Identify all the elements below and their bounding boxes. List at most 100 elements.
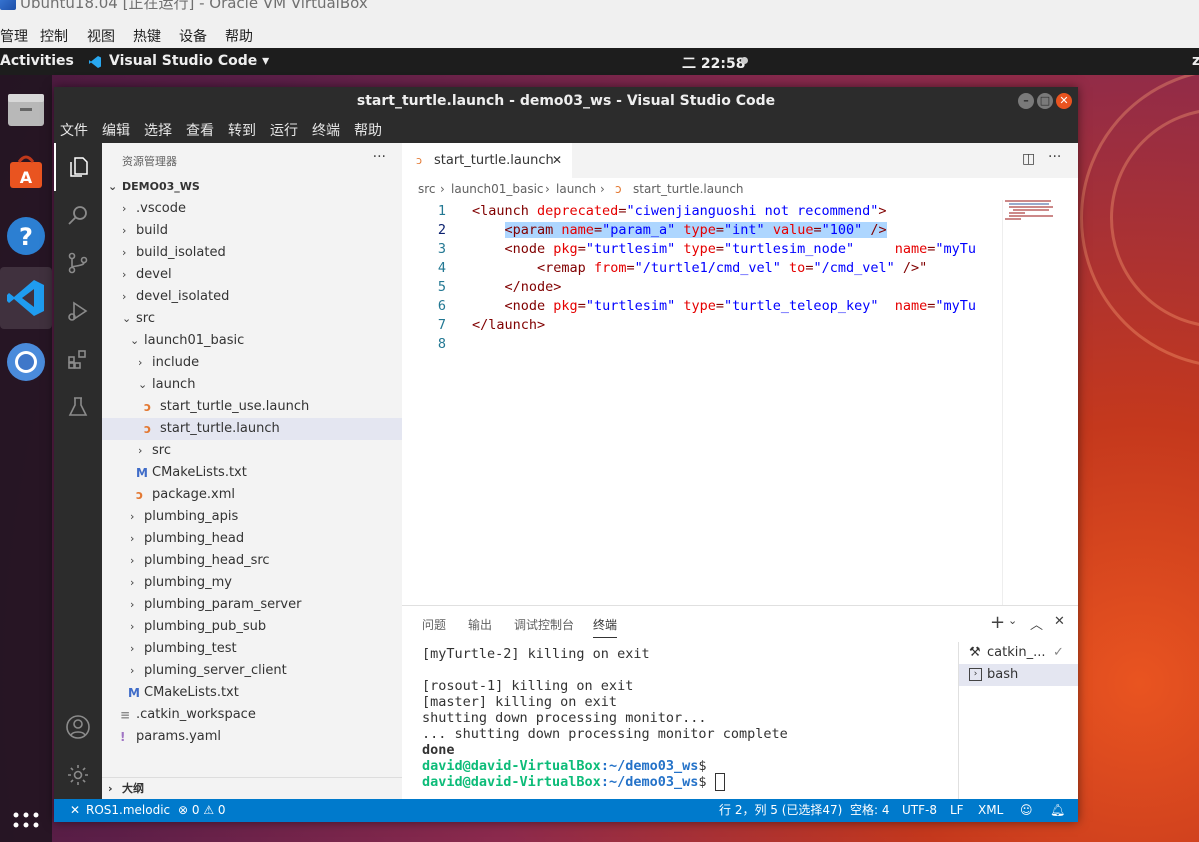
- tree-item-label: CMakeLists.txt: [144, 685, 239, 700]
- tree-folder[interactable]: › plumbing_my: [102, 572, 402, 594]
- tree-folder[interactable]: › plumbing_head_src: [102, 550, 402, 572]
- tree-folder[interactable]: ⌄ launch: [102, 374, 402, 396]
- vbox-menu-manage[interactable]: 管理: [0, 26, 28, 46]
- bell-icon[interactable]: 🔔︎: [1050, 799, 1065, 822]
- tree-folder[interactable]: › plumbing_test: [102, 638, 402, 660]
- tree-file[interactable]: ≡ .catkin_workspace: [102, 704, 402, 726]
- app-menu-button[interactable]: Visual Studio Code ▾: [109, 53, 269, 69]
- activities-button[interactable]: Activities: [0, 53, 74, 69]
- indentation-status[interactable]: 空格: 4: [850, 799, 890, 822]
- vbox-menu-control[interactable]: 控制: [40, 26, 68, 46]
- extensions-icon[interactable]: [54, 335, 102, 383]
- breadcrumb-item[interactable]: launch: [556, 178, 596, 200]
- tab-terminal[interactable]: 终端: [593, 616, 618, 638]
- terminal-item-bash[interactable]: › bash: [959, 664, 1078, 686]
- breadcrumb-item[interactable]: start_turtle.launch: [633, 178, 744, 200]
- tree-folder[interactable]: › devel_isolated: [102, 286, 402, 308]
- maximize-icon[interactable]: □: [1037, 93, 1053, 109]
- maximize-panel-icon[interactable]: ︿: [1030, 614, 1043, 633]
- close-icon[interactable]: ✕: [1056, 93, 1072, 109]
- vscode-menubar: 文件 编辑 选择 查看 转到 运行 终端 帮助: [54, 116, 1078, 143]
- menu-help[interactable]: 帮助: [354, 120, 382, 140]
- menu-file[interactable]: 文件: [60, 120, 88, 140]
- breadcrumb-item[interactable]: src: [418, 178, 436, 200]
- split-editor-icon[interactable]: ◫: [1022, 151, 1035, 167]
- testing-icon[interactable]: [54, 383, 102, 431]
- menu-selection[interactable]: 选择: [144, 120, 172, 140]
- topbar-right-text[interactable]: z: [1192, 53, 1199, 69]
- menu-terminal[interactable]: 终端: [312, 120, 340, 140]
- menu-edit[interactable]: 编辑: [102, 120, 130, 140]
- vbox-menu-devices[interactable]: 设备: [179, 26, 207, 46]
- outline-section[interactable]: › 大纲: [102, 777, 402, 799]
- tab-start-turtle-launch[interactable]: ↄ start_turtle.launch ✕: [402, 143, 572, 178]
- vscode-window: start_turtle.launch - demo03_ws - Visual…: [54, 87, 1078, 822]
- account-icon[interactable]: [54, 703, 102, 751]
- tree-file[interactable]: M CMakeLists.txt: [102, 462, 402, 484]
- tree-folder[interactable]: ⌄ launch01_basic: [102, 330, 402, 352]
- encoding-status[interactable]: UTF-8: [902, 799, 937, 822]
- vbox-menu-hotkey[interactable]: 热键: [133, 26, 161, 46]
- source-control-icon[interactable]: [54, 239, 102, 287]
- tab-close-icon[interactable]: ✕: [552, 143, 562, 178]
- close-panel-icon[interactable]: ✕: [1054, 614, 1065, 629]
- tree-file[interactable]: ↄ start_turtle_use.launch: [102, 396, 402, 418]
- tree-folder[interactable]: › .vscode: [102, 198, 402, 220]
- tree-folder[interactable]: › build: [102, 220, 402, 242]
- search-icon[interactable]: [54, 191, 102, 239]
- vbox-menu-help[interactable]: 帮助: [225, 26, 253, 46]
- new-terminal-icon[interactable]: +: [990, 612, 1005, 633]
- vscode-icon[interactable]: [0, 267, 52, 329]
- tree-folder[interactable]: › plumbing_apis: [102, 506, 402, 528]
- terminal-item-catkin[interactable]: ⚒ catkin_... ✓: [959, 642, 1078, 664]
- menu-run[interactable]: 运行: [270, 120, 298, 140]
- chromium-icon[interactable]: [0, 331, 52, 393]
- minimap[interactable]: [1002, 200, 1066, 605]
- tree-folder[interactable]: ⌄ src: [102, 308, 402, 330]
- chevron-down-icon[interactable]: ⌄: [1008, 614, 1017, 627]
- apps-grid-icon[interactable]: [0, 795, 52, 835]
- tab-problems[interactable]: 问题: [422, 616, 446, 633]
- tree-file[interactable]: ↄ package.xml: [102, 484, 402, 506]
- tree-folder[interactable]: › plumbing_head: [102, 528, 402, 550]
- tree-file[interactable]: ↄ start_turtle.launch: [102, 418, 402, 440]
- breadcrumb-item[interactable]: launch01_basic: [451, 178, 544, 200]
- software-center-icon[interactable]: A: [0, 141, 52, 203]
- help-icon[interactable]: ?: [0, 205, 52, 267]
- feedback-icon[interactable]: ☺: [1020, 799, 1033, 822]
- cursor-position[interactable]: 行 2，列 5 (已选择47): [719, 799, 842, 822]
- settings-gear-icon[interactable]: [54, 751, 102, 799]
- tree-folder[interactable]: › plumbing_pub_sub: [102, 616, 402, 638]
- tree-item-label: plumbing_apis: [144, 509, 239, 524]
- tree-file[interactable]: ! params.yaml: [102, 726, 402, 748]
- explorer-more-button[interactable]: ···: [373, 149, 386, 165]
- tree-file[interactable]: M CMakeLists.txt: [102, 682, 402, 704]
- tab-output[interactable]: 输出: [468, 616, 492, 633]
- code-text: <param name="param_a" type="int" value="…: [504, 222, 887, 238]
- explorer-icon[interactable]: [54, 143, 102, 191]
- tab-debug-console[interactable]: 调试控制台: [514, 616, 574, 633]
- activity-bar: [54, 143, 102, 799]
- tree-item-label: build_isolated: [136, 245, 226, 260]
- more-actions-icon[interactable]: ···: [1048, 149, 1061, 165]
- menu-go[interactable]: 转到: [228, 120, 256, 140]
- tree-folder[interactable]: › devel: [102, 264, 402, 286]
- run-debug-icon[interactable]: [54, 287, 102, 335]
- language-status[interactable]: XML: [978, 799, 1003, 822]
- minimize-icon[interactable]: –: [1018, 93, 1034, 109]
- vbox-menu-view[interactable]: 视图: [87, 26, 115, 46]
- remote-icon[interactable]: ✕: [70, 799, 80, 822]
- ros-status[interactable]: ROS1.melodic: [86, 799, 170, 822]
- files-icon[interactable]: [0, 79, 52, 141]
- clock[interactable]: 二 22:58: [682, 53, 745, 73]
- tree-folder[interactable]: › include: [102, 352, 402, 374]
- tree-folder[interactable]: › plumbing_param_server: [102, 594, 402, 616]
- problems-status[interactable]: ⊗ 0 ⚠ 0: [178, 799, 226, 822]
- tree-folder[interactable]: › pluming_server_client: [102, 660, 402, 682]
- tree-folder[interactable]: › src: [102, 440, 402, 462]
- eol-status[interactable]: LF: [950, 799, 964, 822]
- tree-folder[interactable]: › build_isolated: [102, 242, 402, 264]
- code-editor[interactable]: 1 <launch deprecated="ciwenjianguoshi not…: [402, 200, 1078, 605]
- workspace-root[interactable]: ⌄ DEMO03_WS: [102, 176, 402, 198]
- menu-view[interactable]: 查看: [186, 120, 214, 140]
